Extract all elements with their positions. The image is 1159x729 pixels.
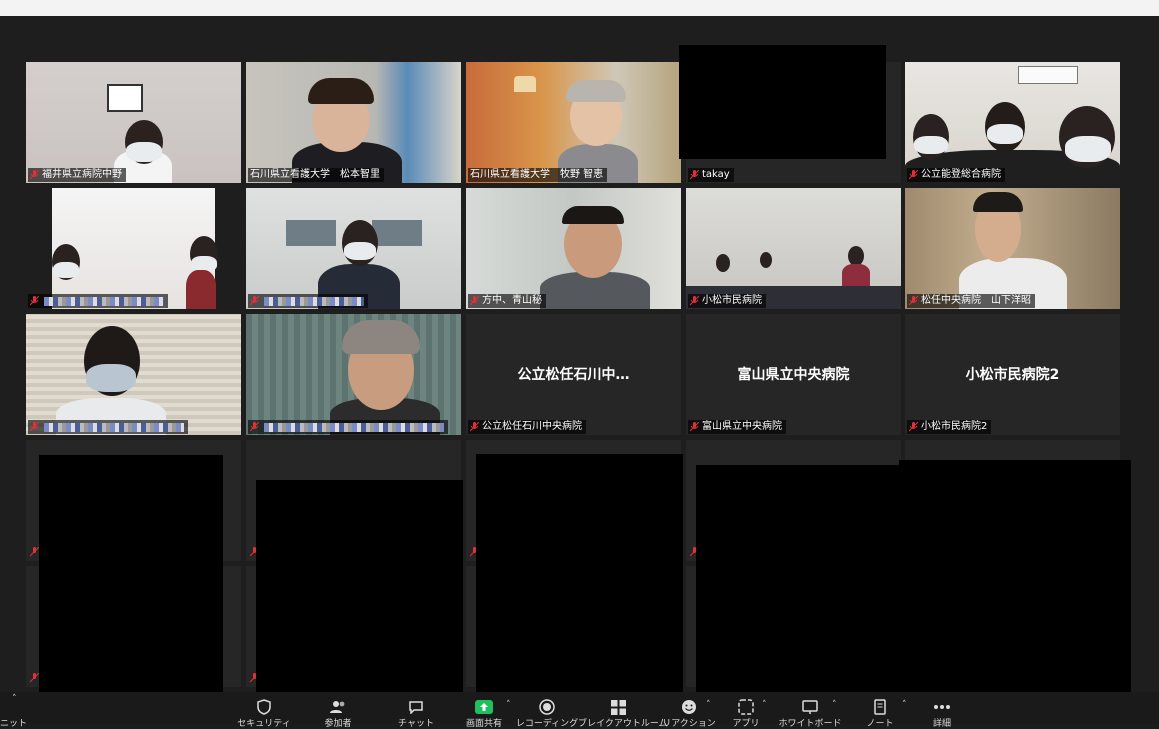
participant-display-name: 富山県立中央病院	[737, 367, 850, 383]
top-dot: ˇ	[86, 0, 91, 9]
redaction-box	[679, 45, 886, 159]
reaction-icon	[682, 700, 696, 714]
participant-nameplate: 富山県立中央病院	[688, 420, 786, 434]
participant-nameplate	[28, 294, 168, 308]
caret-up-icon[interactable]: ˄	[832, 700, 837, 710]
mic-muted-icon	[909, 422, 918, 432]
mic-muted-icon	[250, 422, 259, 432]
caret-up-icon[interactable]: ˄	[506, 700, 511, 710]
mic-muted-icon	[30, 170, 39, 180]
video-tile-row3-2[interactable]	[246, 314, 461, 435]
participants-button[interactable]: 参加者	[318, 692, 358, 729]
participant-nameplate: 石川県立看護大学 松本智里	[248, 168, 384, 182]
gallery-view: 福井県立病院中野 石川県立看護大学 松本智里 石川県立看護大学 牧野 智恵 ta…	[0, 16, 1159, 693]
caret-up-icon[interactable]: ˄	[706, 700, 711, 710]
pixelated-name	[44, 296, 164, 306]
participant-nameplate: 公立能登総合病院	[907, 168, 1005, 182]
pixelated-name	[44, 422, 184, 432]
participant-nameplate	[248, 294, 368, 308]
video-tile-matto[interactable]: 松任中央病院 山下洋昭	[905, 188, 1120, 309]
wall-picture	[107, 84, 143, 112]
participant-nameplate: 小松市民病院	[688, 294, 766, 308]
participant-display-name: 公立松任石川中…	[517, 367, 630, 383]
security-button[interactable]: セキュリティ	[237, 692, 291, 729]
more-button[interactable]: 詳細	[922, 692, 962, 729]
participant-display-name: 小松市民病院2	[965, 367, 1060, 383]
share-screen-button[interactable]: 画面共有	[464, 692, 504, 729]
lamp	[514, 76, 536, 92]
participant-nameplate: 福井県立病院中野	[28, 168, 126, 182]
participants-icon	[330, 701, 345, 713]
mic-muted-icon	[30, 547, 39, 557]
participant-nameplate: takay	[688, 168, 734, 182]
mic-muted-icon	[250, 296, 259, 306]
participant-nameplate	[248, 420, 448, 434]
window-top-strip: ˇ	[0, 0, 1159, 16]
video-tile-row3-1[interactable]	[26, 314, 241, 435]
participant-nameplate	[28, 420, 188, 434]
breakout-rooms-button[interactable]: ブレイクアウトルーム	[578, 692, 668, 729]
video-tile-komatsu[interactable]: 小松市民病院	[686, 188, 901, 309]
mic-muted-icon	[30, 422, 39, 432]
mic-muted-icon	[909, 296, 918, 306]
video-tile-fukui[interactable]: 福井県立病院中野	[26, 62, 241, 183]
tile-matto-ishikawa[interactable]: 公立松任石川中… 公立松任石川中央病院	[466, 314, 681, 435]
caret-up-icon[interactable]: ˄	[762, 700, 767, 710]
redaction-box	[696, 465, 901, 692]
apps-button[interactable]: アプリ	[726, 692, 766, 729]
more-icon	[934, 705, 950, 709]
redaction-box	[256, 480, 463, 692]
toolbar-left-item[interactable]: ˄ ニット	[0, 692, 27, 729]
apps-icon	[738, 699, 754, 715]
participant-nameplate: 方中、青山秘	[468, 294, 546, 308]
whiteboard-icon	[802, 700, 818, 714]
video-tile-matsumoto[interactable]: 石川県立看護大学 松本智里	[246, 62, 461, 183]
wall-sign	[1018, 66, 1078, 84]
video-tile-row2-3[interactable]: 方中、青山秘	[466, 188, 681, 309]
video-tile-row2-1[interactable]	[26, 188, 241, 309]
mic-muted-icon	[690, 170, 699, 180]
video-tile-row2-2[interactable]	[246, 188, 461, 309]
reactions-button[interactable]: リアクション	[662, 692, 716, 729]
shield-icon	[257, 699, 271, 715]
notes-icon	[874, 699, 886, 715]
chat-icon	[409, 701, 423, 714]
video-tile-makino[interactable]: 石川県立看護大学 牧野 智恵	[466, 62, 681, 183]
participant-nameplate: 松任中央病院 山下洋昭	[907, 294, 1035, 308]
redaction-box	[899, 460, 1131, 692]
mic-muted-icon	[909, 170, 918, 180]
redaction-box	[39, 455, 223, 693]
mic-muted-icon	[470, 296, 479, 306]
participant-nameplate: 石川県立看護大学 牧野 智恵	[468, 168, 608, 182]
mic-muted-icon	[690, 296, 699, 306]
mic-muted-icon	[470, 422, 479, 432]
mic-muted-icon	[690, 422, 699, 432]
tile-komatsu2[interactable]: 小松市民病院2 小松市民病院2	[905, 314, 1120, 435]
pixelated-name	[264, 422, 444, 432]
record-button[interactable]: レコーディング	[516, 692, 578, 729]
video-tile-noto[interactable]: 公立能登総合病院	[905, 62, 1120, 183]
pixelated-name	[264, 296, 364, 306]
caret-up-icon[interactable]: ˄	[12, 694, 17, 704]
tile-toyama[interactable]: 富山県立中央病院 富山県立中央病院	[686, 314, 901, 435]
record-icon	[539, 699, 555, 715]
redaction-box	[476, 454, 683, 692]
mic-muted-icon	[30, 673, 39, 683]
participant-nameplate: 公立松任石川中央病院	[468, 420, 586, 434]
share-screen-icon	[475, 700, 493, 714]
participant-nameplate: 小松市民病院2	[907, 420, 992, 434]
notes-button[interactable]: ノート	[860, 692, 900, 729]
chat-button[interactable]: チャット	[396, 692, 436, 729]
breakout-icon	[610, 699, 626, 715]
meeting-toolbar: ˄ ニット セキュリティ 参加者 チャット 画面共有 ˄ レコーディング ブレイ…	[0, 692, 1159, 729]
mic-muted-icon	[30, 296, 39, 306]
caret-up-icon[interactable]: ˄	[902, 700, 907, 710]
whiteboard-button[interactable]: ホワイトボード	[778, 692, 842, 729]
